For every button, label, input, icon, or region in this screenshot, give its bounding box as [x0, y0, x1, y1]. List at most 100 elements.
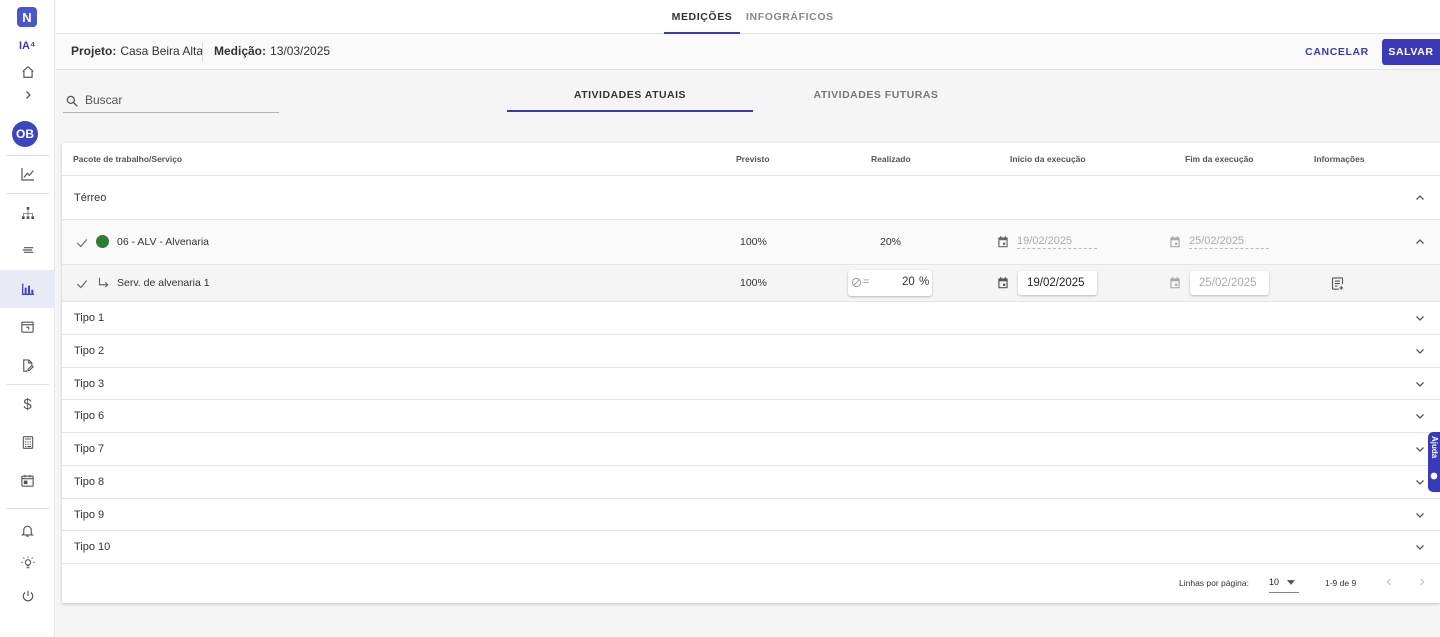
group-row-tipo-1[interactable]: Tipo 1 — [62, 302, 1440, 335]
chevron-down-icon[interactable] — [1414, 312, 1426, 324]
chevron-down-icon[interactable] — [1414, 541, 1426, 553]
calendar-icon[interactable] — [0, 308, 55, 344]
search-icon — [66, 95, 78, 107]
help-tab-label: Ajuda — [1430, 436, 1439, 459]
list-icon[interactable] — [0, 232, 55, 268]
project-label: Projeto: — [71, 44, 117, 58]
search-field[interactable] — [63, 90, 279, 113]
sidebar-divider — [6, 193, 49, 194]
chevron-down-icon[interactable] — [1414, 378, 1426, 390]
group-label: Tipo 7 — [74, 443, 105, 455]
service-name: Serv. de alvenaria 1 — [117, 277, 210, 289]
group-row-tipo-6[interactable]: Tipo 6 — [62, 400, 1440, 433]
pagination-range: 1-9 de 9 — [1325, 578, 1357, 588]
dollar-icon[interactable]: $ — [0, 386, 55, 422]
percent-unit: % — [919, 276, 930, 288]
info-separator — [202, 42, 203, 62]
header-service: Pacote de trabalho/Serviço — [73, 154, 183, 164]
project-info-bar: Projeto: Casa Beira Alta Medição: 13/03/20… — [56, 34, 1440, 70]
realized-value[interactable]: 20 — [902, 276, 915, 288]
package-end-date: 25/02/2025 — [1189, 235, 1269, 249]
package-planned: 100% — [740, 236, 767, 248]
tab-atividades-atuais[interactable]: ATIVIDADES ATUAIS — [507, 80, 753, 112]
group-row-tipo-9[interactable]: Tipo 9 — [62, 499, 1440, 531]
project-name: Casa Beira Alta — [120, 44, 204, 58]
group-label: Tipo 10 — [74, 541, 111, 553]
package-name: 06 - ALV - Alvenaria — [117, 236, 210, 248]
chevron-down-icon[interactable] — [1414, 509, 1426, 521]
save-button[interactable]: SALVAR — [1382, 39, 1440, 65]
group-label: Térreo — [74, 192, 107, 204]
avatar[interactable]: OB — [12, 121, 38, 147]
sidebar-divider — [6, 508, 49, 509]
status-indicator — [96, 235, 109, 248]
chevron-up-icon[interactable] — [1414, 192, 1426, 204]
tab-atividades-futuras[interactable]: ATIVIDADES FUTURAS — [753, 80, 999, 112]
cancel-button[interactable]: CANCELAR — [1303, 39, 1371, 65]
lightbulb-icon[interactable] — [0, 545, 55, 581]
group-label: Tipo 2 — [74, 345, 105, 357]
schedule-icon[interactable] — [0, 462, 55, 498]
operator-symbol: = — [863, 276, 870, 288]
calculator-icon[interactable] — [0, 424, 55, 460]
notes-add-icon[interactable] — [1330, 276, 1345, 291]
check-icon[interactable] — [75, 236, 89, 250]
group-label: Tipo 3 — [74, 378, 105, 390]
help-tab[interactable]: Ajuda — [1428, 432, 1440, 492]
service-start-date-input[interactable]: 19/02/2025 — [1018, 271, 1097, 295]
block-icon — [851, 277, 862, 288]
subitem-arrow-icon — [98, 277, 109, 288]
group-label: Tipo 6 — [74, 410, 105, 422]
calendar-icon — [998, 236, 1008, 248]
group-row-tipo-8[interactable]: Tipo 8 — [62, 466, 1440, 499]
chevron-right-icon[interactable] — [0, 80, 55, 110]
group-row-tipo-3[interactable]: Tipo 3 — [62, 368, 1440, 400]
table-header: Pacote de trabalho/Serviço Previsto Real… — [62, 143, 1440, 176]
chevron-left-icon[interactable] — [1384, 577, 1394, 587]
group-label: Tipo 1 — [74, 312, 105, 324]
project-info: Projeto: Casa Beira Alta — [71, 44, 203, 58]
search-input[interactable] — [85, 93, 275, 107]
document-edit-icon[interactable] — [0, 347, 55, 383]
service-planned: 100% — [740, 277, 767, 289]
app-logo[interactable]: N — [17, 7, 37, 27]
org-chart-icon[interactable] — [0, 195, 55, 231]
calendar-icon[interactable] — [996, 276, 1010, 290]
header-info: Informações — [1314, 154, 1365, 164]
group-row-tipo-7[interactable]: Tipo 7 — [62, 433, 1440, 466]
line-chart-icon[interactable] — [0, 156, 55, 192]
package-done: 20% — [880, 236, 902, 248]
header-start: Início da execução — [1010, 154, 1086, 164]
chevron-down-icon[interactable] — [1414, 476, 1426, 488]
calendar-icon — [1170, 236, 1180, 248]
activities-table: Pacote de trabalho/Serviço Previsto Real… — [62, 143, 1440, 603]
power-icon[interactable] — [0, 578, 55, 614]
sidebar-divider — [6, 384, 49, 385]
chevron-down-icon[interactable] — [1414, 410, 1426, 422]
measurement-label: Medição: — [214, 44, 267, 58]
rows-per-page-value: 10 — [1269, 577, 1280, 587]
service-end-date-input[interactable]: 25/02/2025 — [1190, 271, 1269, 295]
package-start-date: 19/02/2025 — [1017, 235, 1097, 249]
calendar-icon[interactable] — [1168, 276, 1182, 290]
chevron-down-icon[interactable] — [1414, 345, 1426, 357]
tab-medicoes[interactable]: MEDIÇÕES — [664, 0, 740, 34]
group-row-tipo-10[interactable]: Tipo 10 — [62, 531, 1440, 564]
bell-icon[interactable] — [0, 512, 55, 548]
group-label: Tipo 9 — [74, 509, 105, 521]
measurement-info: Medição: 13/03/2025 — [214, 44, 330, 58]
check-icon[interactable] — [75, 277, 89, 291]
measurement-date: 13/03/2025 — [270, 44, 331, 58]
rows-per-page-select[interactable]: 10 — [1269, 573, 1299, 593]
group-row-terreo[interactable]: Térreo — [62, 176, 1440, 220]
group-row-tipo-2[interactable]: Tipo 2 — [62, 335, 1440, 368]
bar-chart-icon[interactable] — [0, 270, 55, 308]
sidebar: N IA⁴ OB $ — [0, 0, 55, 637]
chevron-right-icon[interactable] — [1417, 577, 1427, 587]
ia-assistant-label[interactable]: IA⁴ — [19, 40, 35, 52]
chevron-down-icon[interactable] — [1414, 443, 1426, 455]
header-planned: Previsto — [736, 154, 770, 164]
chevron-up-icon[interactable] — [1414, 236, 1426, 248]
tab-infograficos[interactable]: INFOGRÁFICOS — [746, 0, 833, 34]
realized-input[interactable]: = 20 % — [848, 270, 932, 296]
